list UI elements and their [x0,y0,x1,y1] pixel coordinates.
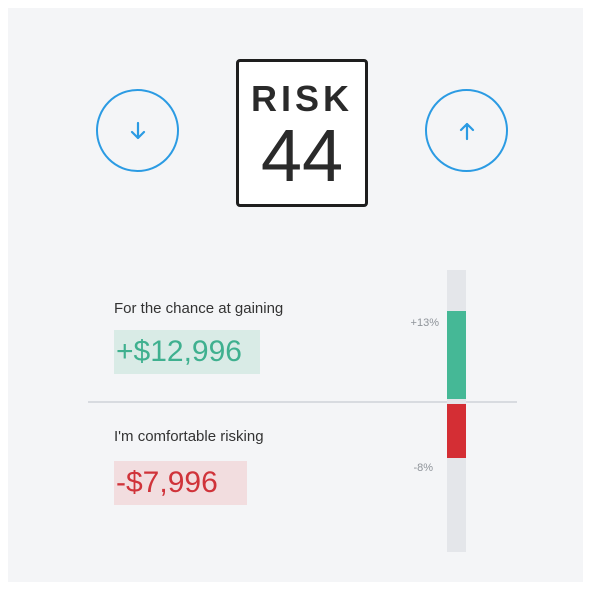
loss-caption: I'm comfortable risking [114,428,264,445]
loss-meter-bar [447,404,466,459]
arrow-up-icon [459,122,474,140]
risk-value: 44 [260,114,344,197]
arrow-down-icon [130,121,145,139]
risk-level-sign: RISK 44 [236,59,368,207]
loss-amount: -$7,996 [114,461,247,505]
gain-amount: +$12,996 [114,330,260,374]
increase-risk-button[interactable] [425,89,508,172]
loss-percent: -8% [413,462,433,474]
gain-caption: For the chance at gaining [114,300,284,317]
gain-meter-bar [447,310,466,399]
gain-percent: +13% [410,317,439,329]
decrease-risk-button[interactable] [96,89,179,172]
